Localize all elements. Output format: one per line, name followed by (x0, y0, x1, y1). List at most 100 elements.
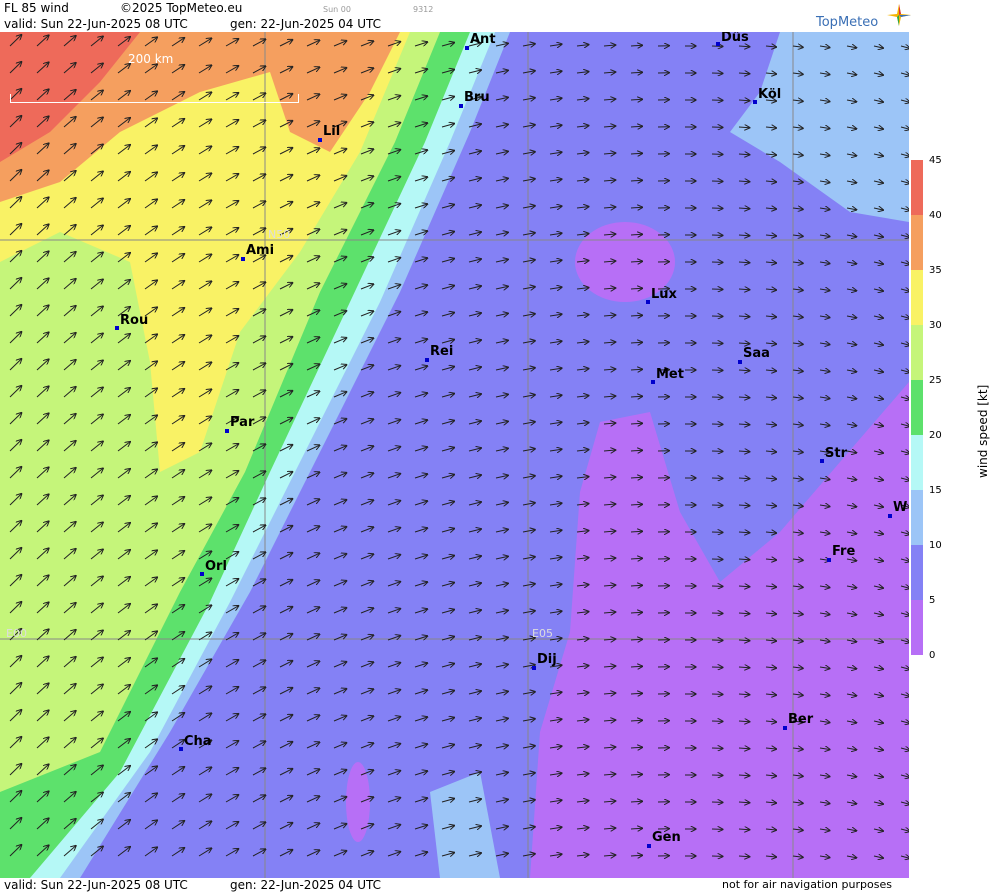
copyright: ©2025 TopMeteo.eu (120, 1, 243, 15)
colorbar-tick: 5 (929, 595, 936, 606)
scale-bar (10, 94, 299, 103)
city-marker (820, 459, 824, 463)
wind-arrow (630, 477, 642, 478)
colorbar-tick: 30 (929, 320, 942, 331)
city-label-kol: Köl (758, 87, 782, 102)
wind-arrow (738, 856, 749, 857)
city-label-saa: Saa (743, 346, 770, 361)
city-label-w: W (893, 500, 908, 515)
wind-arrow (630, 720, 642, 721)
wind-arrow (738, 586, 749, 587)
city-marker (225, 429, 229, 433)
colorbar-segment (911, 160, 923, 215)
city-marker (179, 747, 183, 751)
colorbar-tick: 35 (929, 265, 942, 276)
city-label-ant: Ant (470, 32, 496, 47)
wind-arrow (630, 585, 642, 586)
scale-label: 200 km (128, 52, 174, 66)
wind-arrow (738, 829, 749, 830)
city-marker (465, 46, 469, 50)
city-label-bru: Bru (464, 90, 490, 105)
run-label: Sun 00 (323, 5, 351, 14)
wind-arrow (630, 369, 642, 370)
colorbar-segment (911, 380, 923, 435)
header-bar: FL 85 wind ©2025 TopMeteo.eu Sun 00 9312… (0, 0, 1000, 32)
wind-arrow (630, 774, 642, 775)
wind-arrow (630, 855, 642, 856)
wind-map[interactable]: 200 km N50 E00 E05 Ant Düs Köl Bru Lil A… (0, 32, 909, 878)
grid-label-e00: E00 (6, 627, 27, 640)
city-label-dus: Düs (721, 32, 749, 45)
wind-arrow (738, 775, 749, 776)
wind-arrow (630, 693, 642, 694)
city-marker (646, 300, 650, 304)
colorbar-segment (911, 270, 923, 325)
city-label-rou: Rou (120, 313, 149, 328)
wind-arrow (738, 802, 749, 803)
topmeteo-logo: TopMeteo (816, 15, 879, 30)
wind-arrow (738, 721, 749, 722)
footer-valid-time: valid: Sun 22-Jun-2025 08 UTC (4, 878, 188, 892)
wind-arrow (630, 126, 642, 127)
city-label-gen: Gen (652, 830, 681, 845)
city-label-orl: Orl (205, 559, 227, 574)
wind-arrow (738, 289, 749, 290)
colorbar-tick: 20 (929, 430, 942, 441)
wind-arrow (738, 667, 749, 668)
city-marker (716, 42, 720, 46)
disclaimer: not for air navigation purposes (722, 878, 892, 891)
wind-arrow (630, 828, 642, 829)
colorbar-segment (911, 600, 923, 655)
wind-arrow (630, 801, 642, 802)
product-title: FL 85 wind (4, 1, 69, 15)
city-label-dij: Dij (537, 652, 557, 667)
city-marker (459, 104, 463, 108)
wind-arrow (630, 261, 642, 262)
wind-arrow (738, 559, 749, 560)
wind-arrow (738, 181, 749, 182)
city-label-rei: Rei (430, 344, 454, 359)
wind-arrow (630, 423, 642, 424)
wind-arrow (738, 370, 749, 371)
city-label-str: Str (825, 446, 847, 461)
city-label-fre: Fre (832, 544, 856, 559)
city-marker (888, 514, 892, 518)
city-marker (783, 726, 787, 730)
city-label-cha: Cha (184, 734, 212, 749)
wind-arrow (738, 397, 749, 398)
compass-star-icon (887, 4, 911, 26)
wind-field (0, 32, 909, 878)
city-marker (651, 380, 655, 384)
wind-arrow (630, 207, 642, 208)
city-label-par: Par (230, 415, 255, 430)
city-marker (753, 100, 757, 104)
colorbar-tick: 40 (929, 210, 942, 221)
city-label-met: Met (656, 367, 684, 382)
grid-label-n50: N50 (268, 228, 291, 241)
city-label-ber: Ber (788, 712, 814, 727)
wind-arrow (630, 45, 642, 46)
wind-arrow (630, 99, 642, 100)
colorbar-tick: 15 (929, 485, 942, 496)
wind-arrow (738, 46, 749, 47)
wind-arrow (630, 342, 642, 343)
city-marker (647, 844, 651, 848)
code-label: 9312 (413, 5, 434, 14)
wind-arrow (630, 666, 642, 667)
city-marker (738, 360, 742, 364)
gen-time: gen: 22-Jun-2025 04 UTC (230, 17, 382, 31)
wind-arrow (630, 450, 642, 451)
grid-label-e05: E05 (532, 627, 553, 640)
wind-arrow (738, 613, 749, 614)
wind-arrow (738, 208, 749, 209)
wind-arrow (738, 100, 749, 101)
wind-arrow (738, 532, 749, 533)
colorbar-segment (911, 545, 923, 600)
wind-arrow (738, 748, 749, 749)
city-label-lux: Lux (651, 287, 677, 302)
city-marker (425, 358, 429, 362)
wind-arrow (738, 262, 749, 263)
colorbar-unit-label: wind speed [kt] (976, 384, 990, 478)
wind-arrow (738, 505, 749, 506)
wind-arrow (630, 315, 642, 316)
